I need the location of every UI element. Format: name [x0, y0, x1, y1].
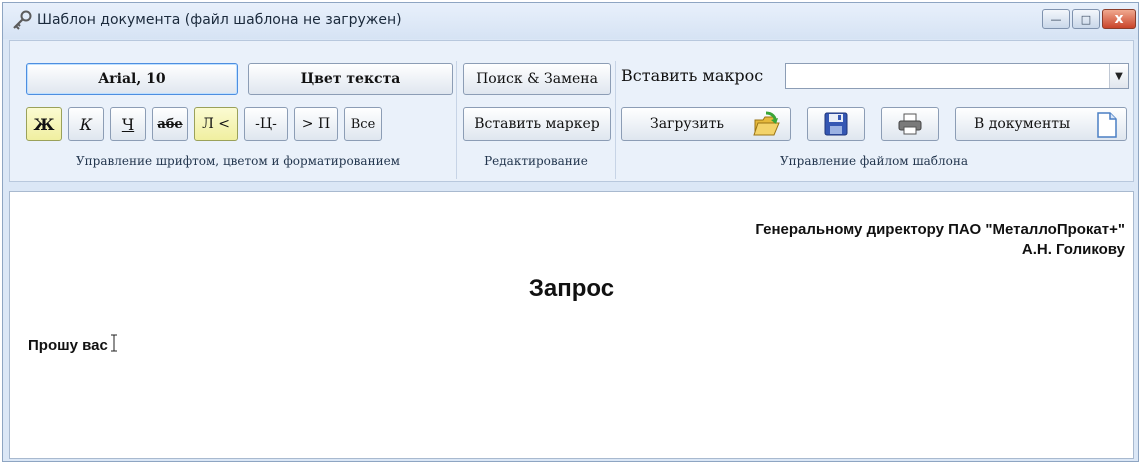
document-icon — [1096, 111, 1118, 139]
font-button[interactable]: Arial, 10 — [26, 63, 238, 95]
document-body[interactable]: Прошу вас — [28, 333, 117, 354]
save-button[interactable] — [807, 107, 865, 141]
recipient-block: Генеральному директору ПАО "МеталлоПрока… — [755, 220, 1125, 260]
align-left-button[interactable]: Л < — [194, 107, 238, 141]
recipient-line-2: А.Н. Голикову — [1021, 241, 1125, 258]
editing-group-label: Редактирование — [484, 154, 588, 168]
maximize-button[interactable]: □ — [1072, 9, 1100, 29]
toolbar: Arial, 10 Цвет текста Поиск & Замена Вст… — [9, 40, 1134, 182]
toolbar-separator — [615, 61, 616, 179]
body-text: Прошу вас — [28, 337, 108, 354]
close-button[interactable]: x — [1102, 9, 1136, 29]
find-replace-button[interactable]: Поиск & Замена — [463, 63, 611, 95]
template-group-label: Управление файлом шаблона — [780, 154, 968, 168]
title-bar[interactable]: Шаблон документа (файл шаблона не загруж… — [3, 3, 1138, 39]
font-group-label: Управление шрифтом, цветом и форматирова… — [75, 154, 401, 168]
document-title: Запрос — [528, 275, 615, 302]
minimize-icon: — — [1050, 12, 1062, 26]
italic-button[interactable]: К — [68, 107, 104, 141]
to-documents-button-label: В документы — [974, 116, 1071, 132]
justify-button[interactable]: Все — [344, 107, 382, 141]
recipient-line-1: Генеральному директору ПАО "МеталлоПрока… — [755, 221, 1125, 238]
strikethrough-button[interactable]: абе — [152, 107, 188, 141]
print-button[interactable] — [881, 107, 939, 141]
window-title: Шаблон документа (файл шаблона не загруж… — [37, 12, 402, 28]
key-icon — [11, 10, 33, 32]
toolbar-separator — [456, 61, 457, 179]
minimize-button[interactable]: — — [1042, 9, 1070, 29]
insert-macro-select[interactable]: ▼ — [785, 63, 1129, 89]
text-color-button[interactable]: Цвет текста — [248, 63, 453, 95]
align-center-button[interactable]: -Ц- — [244, 107, 288, 141]
align-right-button[interactable]: > П — [294, 107, 338, 141]
close-icon: x — [1114, 11, 1124, 27]
load-button-label: Загрузить — [650, 116, 724, 132]
text-cursor-icon — [110, 333, 117, 352]
bold-button[interactable]: Ж — [26, 107, 62, 141]
folder-open-icon — [752, 111, 782, 139]
dropdown-arrow-icon[interactable]: ▼ — [1109, 64, 1128, 88]
to-documents-button[interactable]: В документы — [955, 107, 1127, 141]
maximize-icon: □ — [1080, 12, 1092, 26]
underline-button[interactable]: Ч — [110, 107, 146, 141]
insert-macro-label: Вставить макрос — [621, 66, 764, 85]
template-window: Шаблон документа (файл шаблона не загруж… — [2, 2, 1139, 462]
printer-icon — [897, 112, 923, 136]
load-button[interactable]: Загрузить — [621, 107, 791, 141]
insert-marker-button[interactable]: Вставить маркер — [463, 107, 611, 141]
save-icon — [823, 111, 849, 137]
document-editor[interactable]: Генеральному директору ПАО "МеталлоПрока… — [9, 191, 1134, 459]
